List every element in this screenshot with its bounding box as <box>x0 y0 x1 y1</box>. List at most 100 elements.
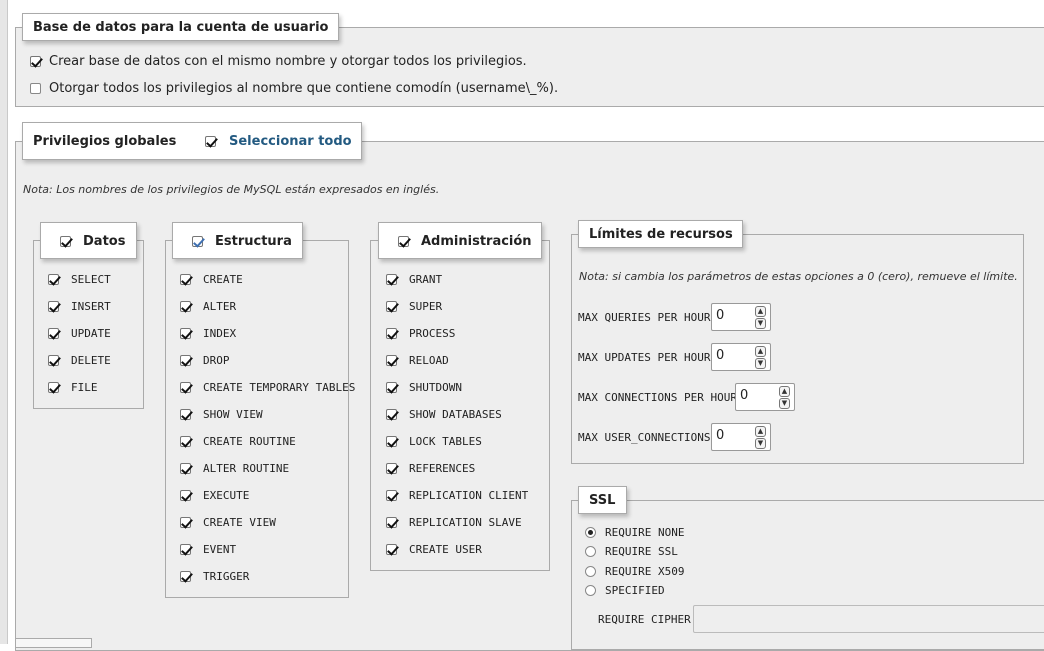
grant-wildcard-checkbox[interactable] <box>30 83 41 94</box>
privilege-label[interactable]: REPLICATION CLIENT <box>409 489 528 502</box>
privilege-label[interactable]: LOCK TABLES <box>409 435 482 448</box>
privilege-label[interactable]: SHOW DATABASES <box>409 408 502 421</box>
privilege-checkbox[interactable] <box>48 301 59 312</box>
privilege-label[interactable]: EVENT <box>203 543 236 556</box>
bottom-partial-legend <box>15 638 92 648</box>
privilege-label[interactable]: CREATE ROUTINE <box>203 435 296 448</box>
select-all-link[interactable]: Seleccionar todo <box>229 134 352 149</box>
privilege-checkbox[interactable] <box>180 544 191 555</box>
privilege-label[interactable]: TRIGGER <box>203 570 249 583</box>
privilege-checkbox[interactable] <box>180 436 191 447</box>
stepper-down-icon[interactable]: ▼ <box>779 398 790 409</box>
privilege-label[interactable]: ALTER <box>203 300 236 313</box>
privilege-checkbox[interactable] <box>48 355 59 366</box>
max-connections-stepper[interactable]: ▲ ▼ <box>779 386 791 410</box>
grant-wildcard-label[interactable]: Otorgar todos los privilegios al nombre … <box>49 81 558 96</box>
max-updates-input[interactable]: 0 ▲ ▼ <box>711 343 771 371</box>
max-queries-label: MAX QUERIES PER HOUR <box>578 311 711 324</box>
privilege-checkbox[interactable] <box>386 382 397 393</box>
privilege-checkbox[interactable] <box>180 382 191 393</box>
max-user-connections-label: MAX USER_CONNECTIONS <box>578 431 711 444</box>
privilege-checkbox[interactable] <box>180 274 191 285</box>
stepper-up-icon[interactable]: ▲ <box>755 306 766 317</box>
db-account-legend: Base de datos para la cuenta de usuario <box>22 13 339 41</box>
privilege-checkbox[interactable] <box>180 409 191 420</box>
max-queries-input[interactable]: 0 ▲ ▼ <box>711 303 771 331</box>
ssl-specified-label[interactable]: SPECIFIED <box>605 584 665 597</box>
privilege-label[interactable]: INDEX <box>203 327 236 340</box>
privilege-checkbox[interactable] <box>386 274 397 285</box>
max-connections-label: MAX CONNECTIONS PER HOUR <box>578 391 737 404</box>
privileges-note: Nota: Los nombres de los privilegios de … <box>23 183 440 196</box>
stepper-up-icon[interactable]: ▲ <box>779 386 790 397</box>
privilege-label[interactable]: RELOAD <box>409 354 449 367</box>
privilege-label[interactable]: SHUTDOWN <box>409 381 462 394</box>
privilege-label[interactable]: SUPER <box>409 300 442 313</box>
estructura-select-checkbox[interactable] <box>192 236 203 247</box>
max-user-connections-stepper[interactable]: ▲ ▼ <box>755 426 767 450</box>
privilege-checkbox[interactable] <box>180 328 191 339</box>
select-all-checkbox[interactable] <box>205 136 216 147</box>
datos-legend: Datos <box>40 222 137 259</box>
create-db-checkbox[interactable] <box>30 56 41 67</box>
privilege-label[interactable]: DELETE <box>71 354 111 367</box>
privilege-label[interactable]: ALTER ROUTINE <box>203 462 289 475</box>
privilege-checkbox[interactable] <box>180 517 191 528</box>
privilege-checkbox[interactable] <box>180 571 191 582</box>
privilege-checkbox[interactable] <box>180 463 191 474</box>
privilege-label[interactable]: CREATE TEMPORARY TABLES <box>203 381 355 394</box>
ssl-require-none-label[interactable]: REQUIRE NONE <box>605 526 684 539</box>
privilege-checkbox[interactable] <box>386 328 397 339</box>
ssl-require-ssl-radio[interactable] <box>585 546 596 557</box>
privilege-label[interactable]: GRANT <box>409 273 442 286</box>
left-edge-bar <box>0 0 8 644</box>
ssl-require-ssl-label[interactable]: REQUIRE SSL <box>605 545 678 558</box>
max-updates-stepper[interactable]: ▲ ▼ <box>755 346 767 370</box>
privilege-checkbox[interactable] <box>48 328 59 339</box>
stepper-up-icon[interactable]: ▲ <box>755 346 766 357</box>
privilege-checkbox[interactable] <box>386 517 397 528</box>
administracion-select-checkbox[interactable] <box>398 236 409 247</box>
privilege-label[interactable]: EXECUTE <box>203 489 249 502</box>
privilege-checkbox[interactable] <box>386 436 397 447</box>
privilege-checkbox[interactable] <box>386 409 397 420</box>
privilege-label[interactable]: REPLICATION SLAVE <box>409 516 522 529</box>
datos-select-checkbox[interactable] <box>60 236 71 247</box>
stepper-up-icon[interactable]: ▲ <box>755 426 766 437</box>
privilege-checkbox[interactable] <box>48 382 59 393</box>
privilege-label[interactable]: SHOW VIEW <box>203 408 263 421</box>
limits-note: Nota: si cambia los parámetros de estas … <box>579 270 1018 283</box>
privilege-checkbox[interactable] <box>386 301 397 312</box>
privilege-label[interactable]: REFERENCES <box>409 462 475 475</box>
privilege-label[interactable]: PROCESS <box>409 327 455 340</box>
privilege-label[interactable]: DROP <box>203 354 230 367</box>
ssl-specified-radio[interactable] <box>585 585 596 596</box>
privilege-label[interactable]: INSERT <box>71 300 111 313</box>
privilege-checkbox[interactable] <box>386 490 397 501</box>
max-connections-input[interactable]: 0 ▲ ▼ <box>735 383 795 411</box>
privilege-checkbox[interactable] <box>48 274 59 285</box>
max-user-connections-input[interactable]: 0 ▲ ▼ <box>711 423 771 451</box>
privilege-checkbox[interactable] <box>180 355 191 366</box>
privilege-label[interactable]: UPDATE <box>71 327 111 340</box>
privilege-label[interactable]: CREATE USER <box>409 543 482 556</box>
privilege-checkbox[interactable] <box>386 355 397 366</box>
privilege-label[interactable]: CREATE VIEW <box>203 516 276 529</box>
stepper-down-icon[interactable]: ▼ <box>755 318 766 329</box>
stepper-down-icon[interactable]: ▼ <box>755 358 766 369</box>
ssl-require-none-radio[interactable] <box>585 527 596 538</box>
privilege-label[interactable]: CREATE <box>203 273 243 286</box>
max-queries-stepper[interactable]: ▲ ▼ <box>755 306 767 330</box>
create-db-label[interactable]: Crear base de datos con el mismo nombre … <box>49 54 527 69</box>
limits-fieldset <box>571 234 1024 464</box>
privilege-checkbox[interactable] <box>386 544 397 555</box>
ssl-require-x509-radio[interactable] <box>585 566 596 577</box>
ssl-require-x509-label[interactable]: REQUIRE X509 <box>605 565 684 578</box>
stepper-down-icon[interactable]: ▼ <box>755 438 766 449</box>
privilege-checkbox[interactable] <box>180 490 191 501</box>
privilege-checkbox[interactable] <box>180 301 191 312</box>
require-cipher-input[interactable] <box>693 605 1044 633</box>
privilege-checkbox[interactable] <box>386 463 397 474</box>
privilege-label[interactable]: SELECT <box>71 273 111 286</box>
privilege-label[interactable]: FILE <box>71 381 98 394</box>
